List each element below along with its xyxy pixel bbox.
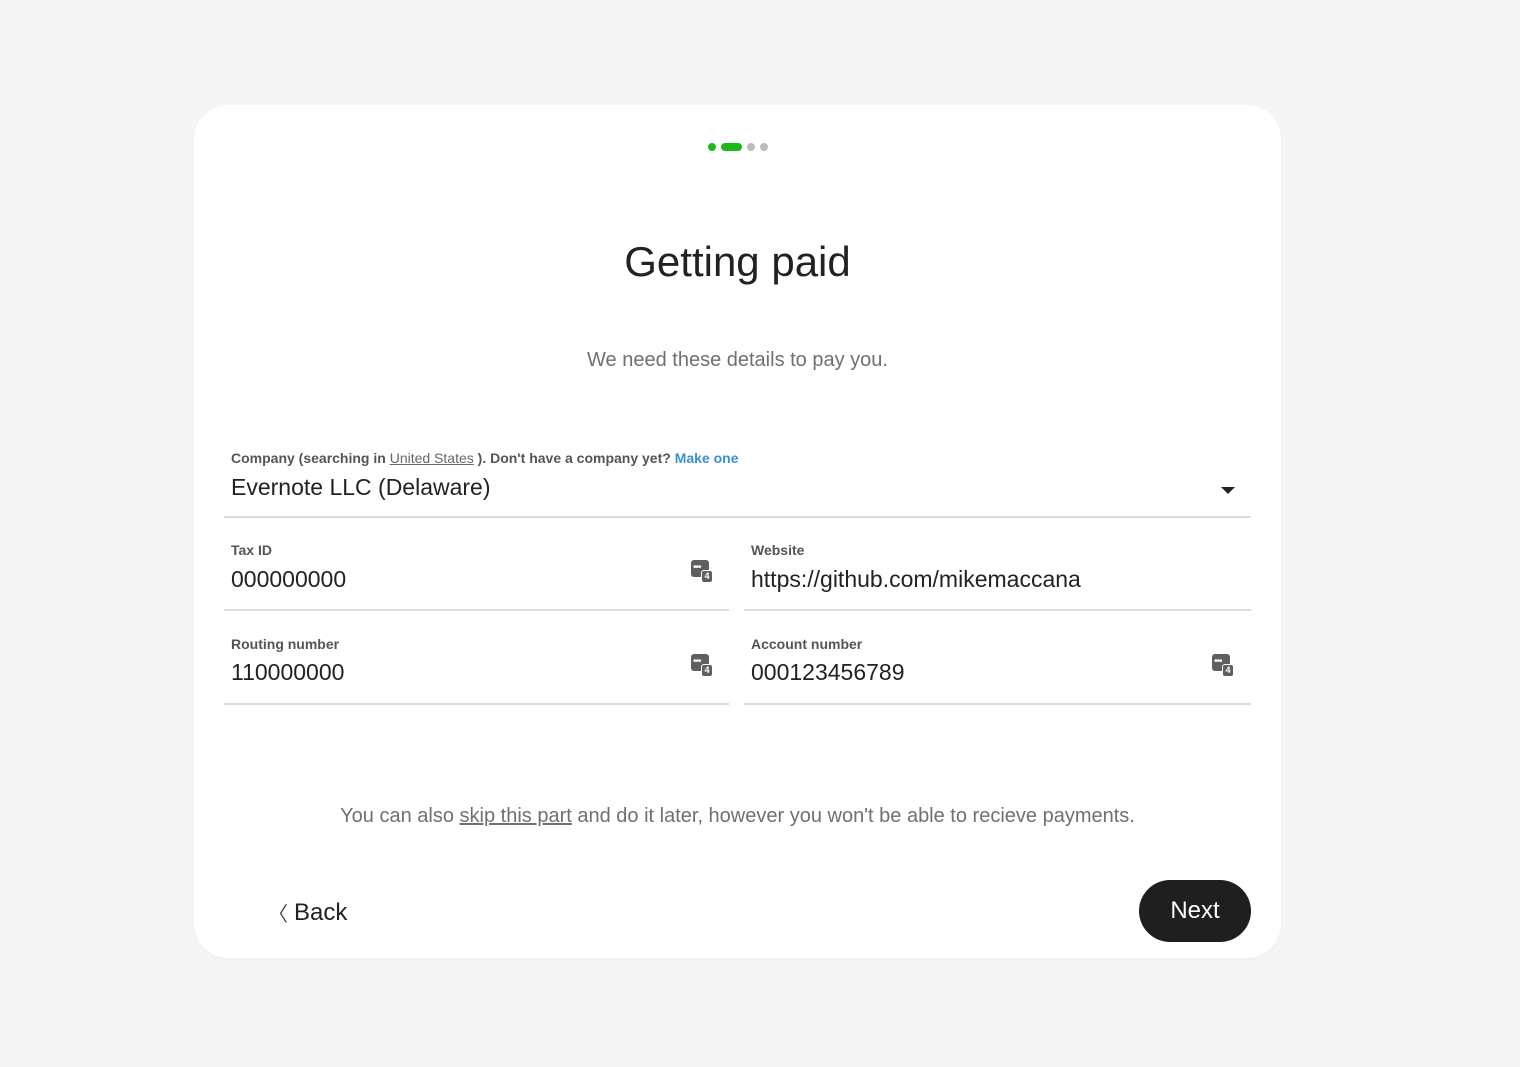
page-subtitle: We need these details to pay you. <box>587 349 888 371</box>
step-dot-1 <box>707 143 716 151</box>
account-number-label: Account number <box>751 636 863 652</box>
password-manager-icon[interactable]: ••• 4 <box>691 560 713 584</box>
tax-id-label: Tax ID <box>231 542 272 558</box>
onboarding-card: Getting paid We need these details to pa… <box>194 105 1281 958</box>
skip-link[interactable]: skip this part <box>460 805 572 827</box>
make-company-link[interactable]: Make one <box>675 450 739 466</box>
step-dot-2-active <box>720 143 742 151</box>
website-field[interactable]: Website https://github.com/mikemaccana <box>744 538 1251 611</box>
chevron-left-icon: 〈 <box>268 904 288 926</box>
skip-note: You can also skip this part and do it la… <box>194 805 1281 828</box>
back-label: Back <box>294 898 348 926</box>
step-dot-3 <box>746 143 755 151</box>
skip-note-after: and do it later, however you won't be ab… <box>577 805 1135 827</box>
chevron-down-icon[interactable] <box>1221 487 1235 494</box>
password-manager-icon[interactable]: ••• 4 <box>1212 654 1234 678</box>
company-label-prefix: Company (searching in <box>231 450 386 466</box>
account-number-field[interactable]: Account number 000123456789 ••• 4 <box>744 632 1251 705</box>
routing-number-field[interactable]: Routing number 110000000 ••• 4 <box>224 632 729 705</box>
progress-stepper <box>194 143 1281 151</box>
website-label: Website <box>751 542 805 558</box>
country-link[interactable]: United States <box>390 450 474 466</box>
tax-id-field[interactable]: Tax ID 000000000 ••• 4 <box>224 538 729 611</box>
company-select[interactable]: Company (searching in United States ). D… <box>224 445 1251 518</box>
password-manager-icon[interactable]: ••• 4 <box>691 654 713 678</box>
tax-id-input[interactable]: 000000000 <box>231 566 346 593</box>
page-title: Getting paid <box>624 238 851 285</box>
routing-number-label: Routing number <box>231 636 340 652</box>
routing-number-input[interactable]: 110000000 <box>231 659 344 686</box>
company-label: Company (searching in United States ). D… <box>231 450 739 466</box>
account-number-input[interactable]: 000123456789 <box>751 659 905 686</box>
back-button[interactable]: 〈 Back <box>268 898 347 927</box>
next-button[interactable]: Next <box>1139 880 1251 942</box>
skip-note-before: You can also <box>340 805 454 827</box>
website-input[interactable]: https://github.com/mikemaccana <box>751 566 1081 593</box>
company-label-middle: ). Don't have a company yet? <box>477 450 671 466</box>
company-value: Evernote LLC (Delaware) <box>231 474 491 500</box>
step-dot-4 <box>759 143 768 151</box>
